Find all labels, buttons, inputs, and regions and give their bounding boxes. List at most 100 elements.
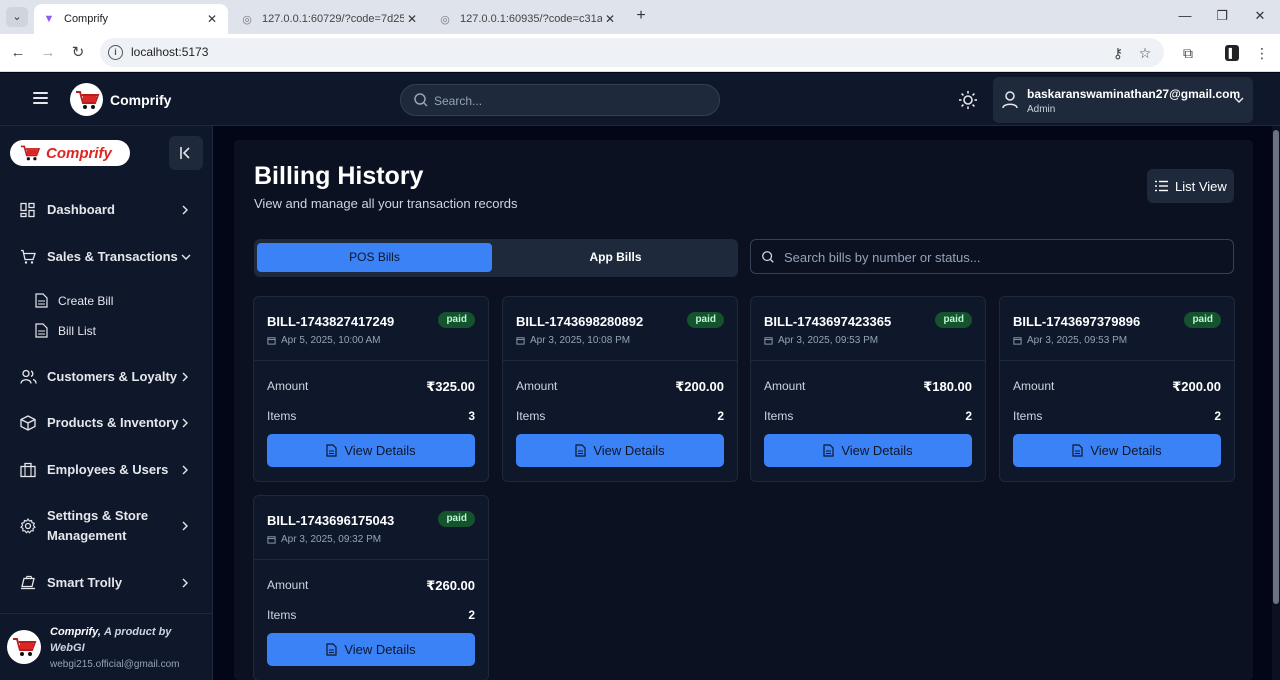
close-tab-icon[interactable]: ✕ xyxy=(602,12,618,26)
view-details-button[interactable]: View Details xyxy=(267,633,475,666)
sidebar-item-sales[interactable]: Sales & Transactions xyxy=(0,239,213,275)
list-view-label: List View xyxy=(1175,178,1227,194)
bill-number: BILL-1743697379896 xyxy=(1013,314,1141,329)
close-tab-icon[interactable]: ✕ xyxy=(204,12,220,26)
password-key-icon[interactable]: ⚷ xyxy=(1108,43,1128,63)
status-badge: paid xyxy=(438,312,475,328)
sidebar-subitem-create-bill[interactable]: Create Bill xyxy=(0,288,213,314)
close-tab-icon[interactable]: ✕ xyxy=(404,12,420,26)
calendar-icon xyxy=(267,536,276,544)
sidebar-logo: Comprify xyxy=(10,140,130,166)
new-tab-icon[interactable]: + xyxy=(632,6,650,26)
global-search[interactable] xyxy=(400,84,720,116)
globe-favicon-icon: ◎ xyxy=(242,13,252,26)
forward-icon[interactable]: → xyxy=(38,43,58,63)
minimize-icon[interactable]: — xyxy=(1175,6,1195,26)
user-menu[interactable]: baskaranswaminathan27@gmail.com Admin xyxy=(993,77,1253,123)
chevron-right-icon xyxy=(182,372,188,382)
sidebar-item-label: Customers & Loyalty xyxy=(47,369,178,384)
reload-icon[interactable]: ↻ xyxy=(68,43,88,63)
bookmark-star-icon[interactable]: ☆ xyxy=(1135,43,1155,63)
calendar-icon xyxy=(267,337,276,345)
main-panel: Billing History View and manage all your… xyxy=(234,140,1253,680)
page-scrollbar[interactable] xyxy=(1272,126,1280,680)
sidebar-subitem-bill-list[interactable]: Bill List xyxy=(0,318,213,344)
amount-value: ₹180.00 xyxy=(923,379,972,394)
sidebar-item-products[interactable]: Products & Inventory xyxy=(0,405,213,441)
amount-row: Amount ₹325.00 xyxy=(267,379,475,394)
search-icon xyxy=(414,93,428,107)
search-input[interactable] xyxy=(434,91,704,111)
tab-app-bills[interactable]: App Bills xyxy=(498,243,733,272)
collapse-sidebar-button[interactable] xyxy=(169,136,203,170)
search-icon xyxy=(762,251,774,263)
extension-icon[interactable]: ▌ xyxy=(1225,45,1239,61)
globe-favicon-icon: ◎ xyxy=(440,13,450,26)
extensions-icon[interactable]: ⧉ xyxy=(1178,43,1198,63)
address-bar[interactable]: i localhost:5173 ⚷ ☆ xyxy=(100,38,1164,67)
items-label: Items xyxy=(1013,409,1043,423)
theme-toggle-sun-icon[interactable] xyxy=(958,90,978,110)
chevron-right-icon xyxy=(182,578,188,588)
close-window-icon[interactable]: ✕ xyxy=(1250,6,1270,26)
browser-tab-active[interactable]: ▼ Comprify ✕ xyxy=(34,4,228,34)
bill-date: Apr 3, 2025, 09:53 PM xyxy=(1013,335,1127,346)
sidebar-footer: Comprify, A product by WebGI webgi215.of… xyxy=(0,613,213,680)
browser-tab[interactable]: ◎ 127.0.0.1:60729/?code=7d2514 ✕ xyxy=(232,4,428,34)
bill-type-tabs: POS Bills App Bills xyxy=(254,239,738,277)
bill-search-input[interactable] xyxy=(784,248,1214,266)
tab-search-icon[interactable]: ⌄ xyxy=(6,7,28,27)
divider xyxy=(1000,360,1234,361)
items-row: Items 2 xyxy=(267,608,475,622)
tab-pos-bills[interactable]: POS Bills xyxy=(257,243,492,272)
items-row: Items 2 xyxy=(516,409,724,423)
sidebar-item-settings[interactable]: Settings & Store Management xyxy=(0,506,213,546)
items-label: Items xyxy=(764,409,794,423)
view-details-button[interactable]: View Details xyxy=(764,434,972,467)
bill-number: BILL-1743697423365 xyxy=(764,314,892,329)
view-details-button[interactable]: View Details xyxy=(1013,434,1221,467)
sidebar-item-label: Smart Trolly xyxy=(47,575,123,590)
chevron-down-icon xyxy=(181,254,191,260)
sidebar-item-dashboard[interactable]: Dashboard xyxy=(0,192,213,228)
status-badge: paid xyxy=(1184,312,1221,328)
view-details-label: View Details xyxy=(841,443,913,458)
sidebar-item-customers[interactable]: Customers & Loyalty xyxy=(0,359,213,395)
chevron-right-icon xyxy=(182,521,188,531)
document-icon xyxy=(326,444,337,457)
scrollbar-thumb[interactable] xyxy=(1273,130,1279,604)
sidebar-item-smart-trolly[interactable]: Smart Trolly xyxy=(0,565,213,601)
amount-row: Amount ₹200.00 xyxy=(1013,379,1221,394)
bill-card: BILL-1743827417249 paid Apr 5, 2025, 10:… xyxy=(253,296,489,482)
view-details-button[interactable]: View Details xyxy=(267,434,475,467)
bill-date-text: Apr 3, 2025, 09:53 PM xyxy=(778,335,879,346)
footer-logo-icon xyxy=(7,630,41,664)
bill-search[interactable] xyxy=(750,239,1234,274)
view-details-label: View Details xyxy=(1090,443,1162,458)
back-icon[interactable]: ← xyxy=(8,43,28,63)
bill-number: BILL-1743698280892 xyxy=(516,314,644,329)
document-icon xyxy=(575,444,586,457)
browser-menu-icon[interactable]: ⋮ xyxy=(1252,43,1272,63)
sidebar-item-label: Sales & Transactions xyxy=(47,249,178,264)
sidebar-item-label: Employees & Users xyxy=(47,462,169,477)
sidebar-item-label: Products & Inventory xyxy=(47,415,179,430)
bill-card: BILL-1743697379896 paid Apr 3, 2025, 09:… xyxy=(999,296,1235,482)
items-row: Items 2 xyxy=(764,409,972,423)
calendar-icon xyxy=(516,337,525,345)
list-view-button[interactable]: List View xyxy=(1147,169,1234,203)
site-info-icon[interactable]: i xyxy=(108,45,123,60)
sidebar-item-employees[interactable]: Employees & Users xyxy=(0,452,213,488)
maximize-icon[interactable]: ❐ xyxy=(1212,6,1232,26)
view-details-button[interactable]: View Details xyxy=(516,434,724,467)
page-title: Billing History xyxy=(254,162,424,190)
bill-number: BILL-1743827417249 xyxy=(267,314,395,329)
users-icon xyxy=(20,369,37,384)
chevron-right-icon xyxy=(182,465,188,475)
amount-value: ₹200.00 xyxy=(1172,379,1221,394)
calendar-icon xyxy=(764,337,773,345)
hamburger-menu-icon[interactable] xyxy=(33,92,48,106)
briefcase-icon xyxy=(20,462,36,478)
browser-tab[interactable]: ◎ 127.0.0.1:60935/?code=c31a3b ✕ xyxy=(430,4,626,34)
status-badge: paid xyxy=(687,312,724,328)
